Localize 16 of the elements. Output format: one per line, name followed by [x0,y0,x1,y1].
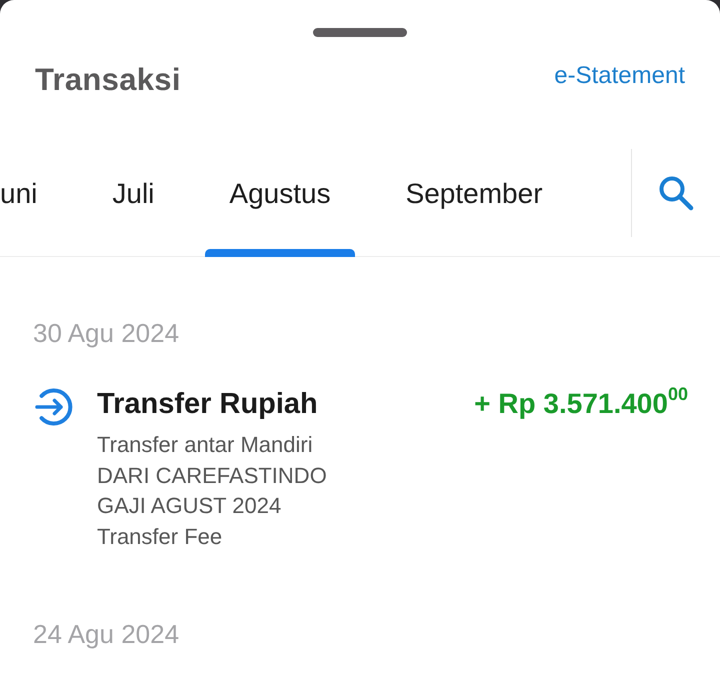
month-tab[interactable]: Juli [88,149,178,257]
page-title: Transaksi [35,61,181,99]
transaction-detail: GAJI AGUST 2024 [97,492,282,520]
transaction-amount: + Rp 3.571.400$^{00}$ [474,386,688,421]
month-tab[interactable]: Agustus [205,149,355,257]
transaction-detail: Transfer Fee [97,522,222,550]
e-statement-link[interactable]: e-Statement [554,61,685,91]
transaction-detail: DARI CAREFASTINDO [97,462,327,490]
transaction-title: Transfer Rupiah [97,387,318,422]
transaction-detail: Transfer antar Mandiri [97,431,313,459]
date-header: 24 Agu 2024 [33,618,180,650]
search-icon[interactable] [658,175,694,211]
drag-handle[interactable] [313,28,407,37]
month-tab[interactable]: uni [0,149,62,257]
month-tab[interactable]: September [382,149,567,257]
date-header: 30 Agu 2024 [33,317,180,349]
